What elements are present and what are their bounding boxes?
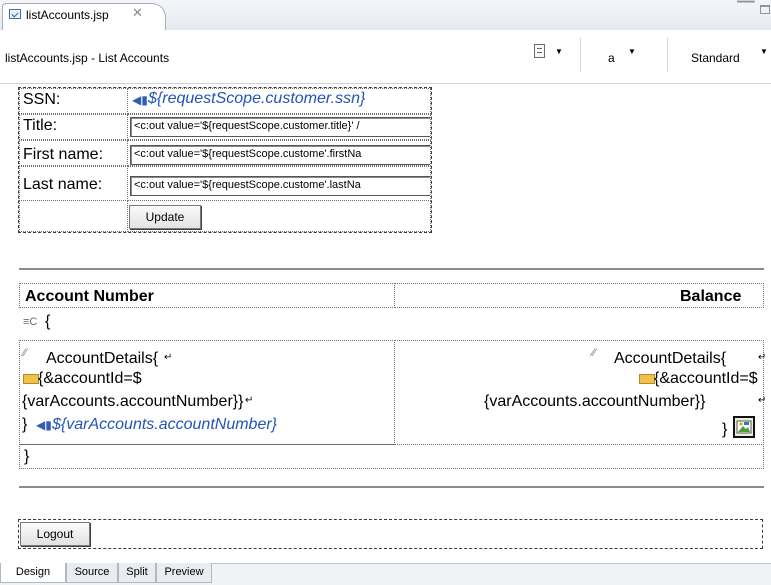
first-name-label: First name: bbox=[23, 146, 104, 163]
jsp-file-icon bbox=[9, 9, 21, 19]
link-tag-icon: ⁄⁄ bbox=[23, 347, 27, 359]
chevron-down-icon[interactable]: ▼ bbox=[628, 47, 636, 56]
editor-tab-label: listAccounts.jsp bbox=[26, 8, 109, 22]
title-field[interactable]: <c:out value='${requestScope.customer.ti… bbox=[130, 117, 430, 137]
table-footer-cell bbox=[19, 444, 764, 469]
account-number-output[interactable]: ${varAccounts.accountNumber} bbox=[52, 416, 277, 434]
output-expression-icon: ◀▮ bbox=[36, 418, 52, 432]
font-size-dropdown[interactable]: a bbox=[608, 51, 615, 65]
form-cell bbox=[19, 200, 128, 232]
tab-source[interactable]: Source bbox=[66, 563, 118, 583]
minimize-icon[interactable]: ▔▔ bbox=[737, 1, 754, 15]
tab-split[interactable]: Split bbox=[118, 563, 156, 583]
title-label: Title: bbox=[23, 117, 58, 134]
account-number-binding[interactable]: {varAccounts.accountNumber}} bbox=[22, 393, 243, 411]
account-details-link[interactable]: AccountDetails{ bbox=[46, 350, 158, 368]
horizontal-rule bbox=[19, 268, 764, 270]
logout-form bbox=[18, 519, 763, 549]
first-name-field[interactable]: <c:out value='${requestScope.custome'.fi… bbox=[130, 145, 430, 165]
line-break-icon: ↵ bbox=[245, 395, 254, 406]
maximize-icon[interactable] bbox=[760, 5, 770, 14]
balance-account-details-link[interactable]: AccountDetails{ bbox=[614, 350, 726, 368]
close-brace: } bbox=[722, 421, 728, 438]
line-break-icon: ↵ bbox=[758, 395, 767, 406]
ssn-label: SSN: bbox=[23, 91, 61, 108]
foreach-loop-icon: ≡C bbox=[23, 316, 38, 328]
column-header-account-number: Account Number bbox=[25, 288, 154, 305]
tab-preview[interactable]: Preview bbox=[156, 563, 212, 583]
line-break-icon: ↵ bbox=[164, 352, 173, 363]
horizontal-rule bbox=[19, 486, 764, 488]
line-break-icon: ↵ bbox=[758, 352, 767, 363]
chevron-down-icon[interactable]: ▼ bbox=[555, 47, 563, 56]
parameter-icon bbox=[639, 374, 655, 384]
toolbar-separator bbox=[667, 38, 668, 72]
account-id-param[interactable]: {&accountId=$ bbox=[38, 370, 142, 388]
link-tag-icon: ⁄⁄ bbox=[592, 347, 596, 359]
column-header-balance: Balance bbox=[680, 288, 742, 305]
balance-account-number-binding[interactable]: {varAccounts.accountNumber}} bbox=[484, 393, 705, 411]
toolbar-separator bbox=[580, 38, 581, 72]
loop-open-brace: { bbox=[45, 313, 51, 330]
ssn-value[interactable]: ${requestScope.customer.ssn} bbox=[148, 90, 365, 108]
chevron-down-icon[interactable]: ▼ bbox=[760, 47, 768, 56]
output-expression-icon: ◀▮ bbox=[132, 93, 148, 107]
last-name-label: Last name: bbox=[23, 176, 103, 193]
tab-design[interactable]: Design bbox=[0, 563, 66, 583]
update-button[interactable]: Update bbox=[129, 205, 201, 229]
render-mode-dropdown[interactable]: Standard bbox=[691, 51, 740, 65]
close-icon[interactable]: ✕ bbox=[132, 5, 143, 21]
balance-image-icon[interactable] bbox=[733, 416, 755, 438]
last-name-field[interactable]: <c:out value='${requestScope.custome'.la… bbox=[130, 176, 430, 196]
loop-close-brace: } bbox=[24, 448, 30, 465]
logout-button[interactable]: Logout bbox=[20, 522, 90, 546]
balance-account-id-param[interactable]: {&accountId=$ bbox=[654, 370, 758, 388]
page-title: listAccounts.jsp - List Accounts bbox=[5, 51, 170, 65]
close-brace: } bbox=[22, 416, 28, 433]
page-properties-icon[interactable] bbox=[534, 44, 545, 58]
parameter-icon bbox=[23, 374, 39, 384]
